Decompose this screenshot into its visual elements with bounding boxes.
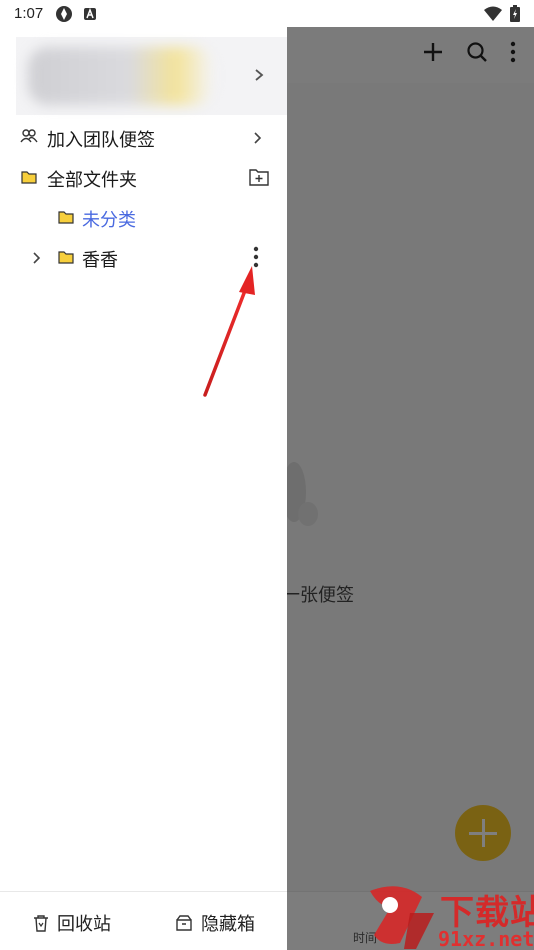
folder-icon — [21, 171, 37, 184]
blurred-profile-info — [28, 47, 213, 105]
app-notification-icon — [84, 7, 97, 20]
expand-chevron-icon[interactable] — [32, 250, 42, 266]
battery-icon — [510, 5, 520, 22]
navigation-drawer: 加入团队便签 全部文件夹 未分类 香香 回收站 隐藏箱 — [0, 27, 287, 950]
drawer-bottom-bar: 回收站 隐藏箱 — [0, 891, 287, 950]
folder-label-xiangxiang: 香香 — [82, 250, 118, 271]
all-folders-item[interactable]: 全部文件夹 — [0, 158, 287, 198]
join-team-notes-item[interactable]: 加入团队便签 — [0, 118, 287, 158]
recycle-bin-label: 回收站 — [57, 914, 111, 935]
folder-icon — [58, 211, 74, 224]
hidden-box-label: 隐藏箱 — [201, 914, 255, 935]
recycle-bin-icon — [34, 915, 48, 932]
all-folders-label: 全部文件夹 — [47, 170, 137, 191]
chevron-right-icon — [255, 69, 264, 81]
add-folder-icon[interactable] — [249, 168, 269, 186]
profile-card[interactable] — [16, 37, 287, 115]
folder-label-uncategorized: 未分类 — [82, 210, 136, 231]
watermark-url: 91xz.net — [438, 927, 534, 950]
site-watermark: 下载站 91xz.net — [360, 883, 534, 950]
chevron-right-icon — [254, 132, 262, 144]
red-arrow-annotation — [203, 266, 255, 397]
settings-status-icon — [56, 5, 73, 22]
folder-icon — [58, 251, 74, 264]
team-icon — [20, 129, 38, 143]
watermark-logo-icon — [370, 886, 434, 949]
hidden-box-icon — [176, 915, 192, 931]
join-team-notes-label: 加入团队便签 — [47, 130, 155, 151]
status-time: 1:07 — [14, 5, 44, 22]
status-bar: 1:07 — [0, 0, 534, 27]
wifi-icon — [484, 6, 502, 21]
recycle-bin-button[interactable]: 回收站 — [33, 910, 111, 936]
folder-item-uncategorized[interactable]: 未分类 — [0, 198, 287, 238]
hidden-box-button[interactable]: 隐藏箱 — [175, 910, 255, 936]
